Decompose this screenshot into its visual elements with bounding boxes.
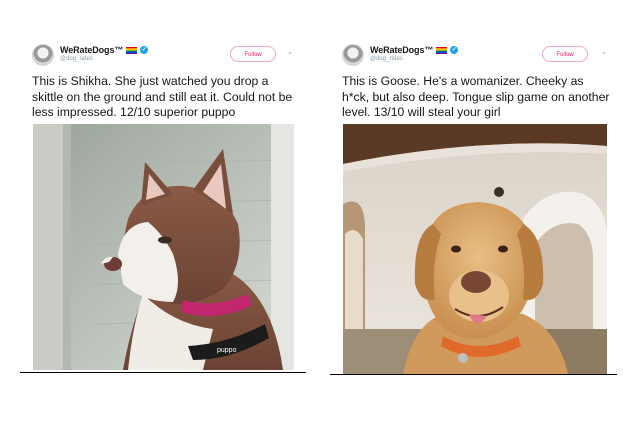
tweet-card-goose: WeRateDogs™ ✓ @dog_rates Follow ⌄ This i…	[342, 42, 632, 374]
rainbow-flag-icon	[436, 46, 448, 54]
card-divider-left	[20, 372, 306, 373]
account-handle[interactable]: @dog_rates	[370, 56, 403, 62]
verified-badge-icon: ✓	[450, 46, 459, 54]
tweet-header: WeRateDogs™ ✓ @dog_rates Follow ⌄	[32, 42, 322, 70]
avatar[interactable]	[32, 44, 54, 66]
tweet-photo-husky[interactable]: puppo	[33, 123, 294, 370]
tweet-photo-labrador[interactable]	[343, 123, 607, 374]
tweet-card-shikha: WeRateDogs™ ✓ @dog_rates Follow ⌄ This i…	[32, 42, 322, 370]
collar-tag-text: puppo	[217, 347, 237, 354]
account-name-row: WeRateDogs™ ✓	[60, 45, 149, 55]
chevron-down-icon[interactable]: ⌄	[600, 49, 608, 57]
account-name[interactable]: WeRateDogs™	[370, 45, 433, 55]
labrador-photo-illustration	[343, 123, 607, 374]
card-divider-right	[330, 374, 617, 375]
account-name-row: WeRateDogs™ ✓	[370, 45, 459, 55]
verified-badge-icon: ✓	[140, 46, 149, 54]
follow-button[interactable]: Follow	[230, 46, 276, 62]
tweet-text: This is Goose. He's a womanizer. Cheeky …	[342, 74, 610, 119]
chevron-down-icon[interactable]: ⌄	[286, 49, 294, 57]
account-name[interactable]: WeRateDogs™	[60, 45, 123, 55]
follow-button[interactable]: Follow	[542, 46, 588, 62]
tweet-header: WeRateDogs™ ✓ @dog_rates Follow ⌄	[342, 42, 632, 70]
rainbow-flag-icon	[126, 46, 138, 54]
husky-photo-illustration: puppo	[33, 123, 294, 370]
tweet-text: This is Shikha. She just watched you dro…	[32, 74, 293, 119]
avatar[interactable]	[342, 44, 364, 66]
account-handle[interactable]: @dog_rates	[60, 56, 93, 62]
